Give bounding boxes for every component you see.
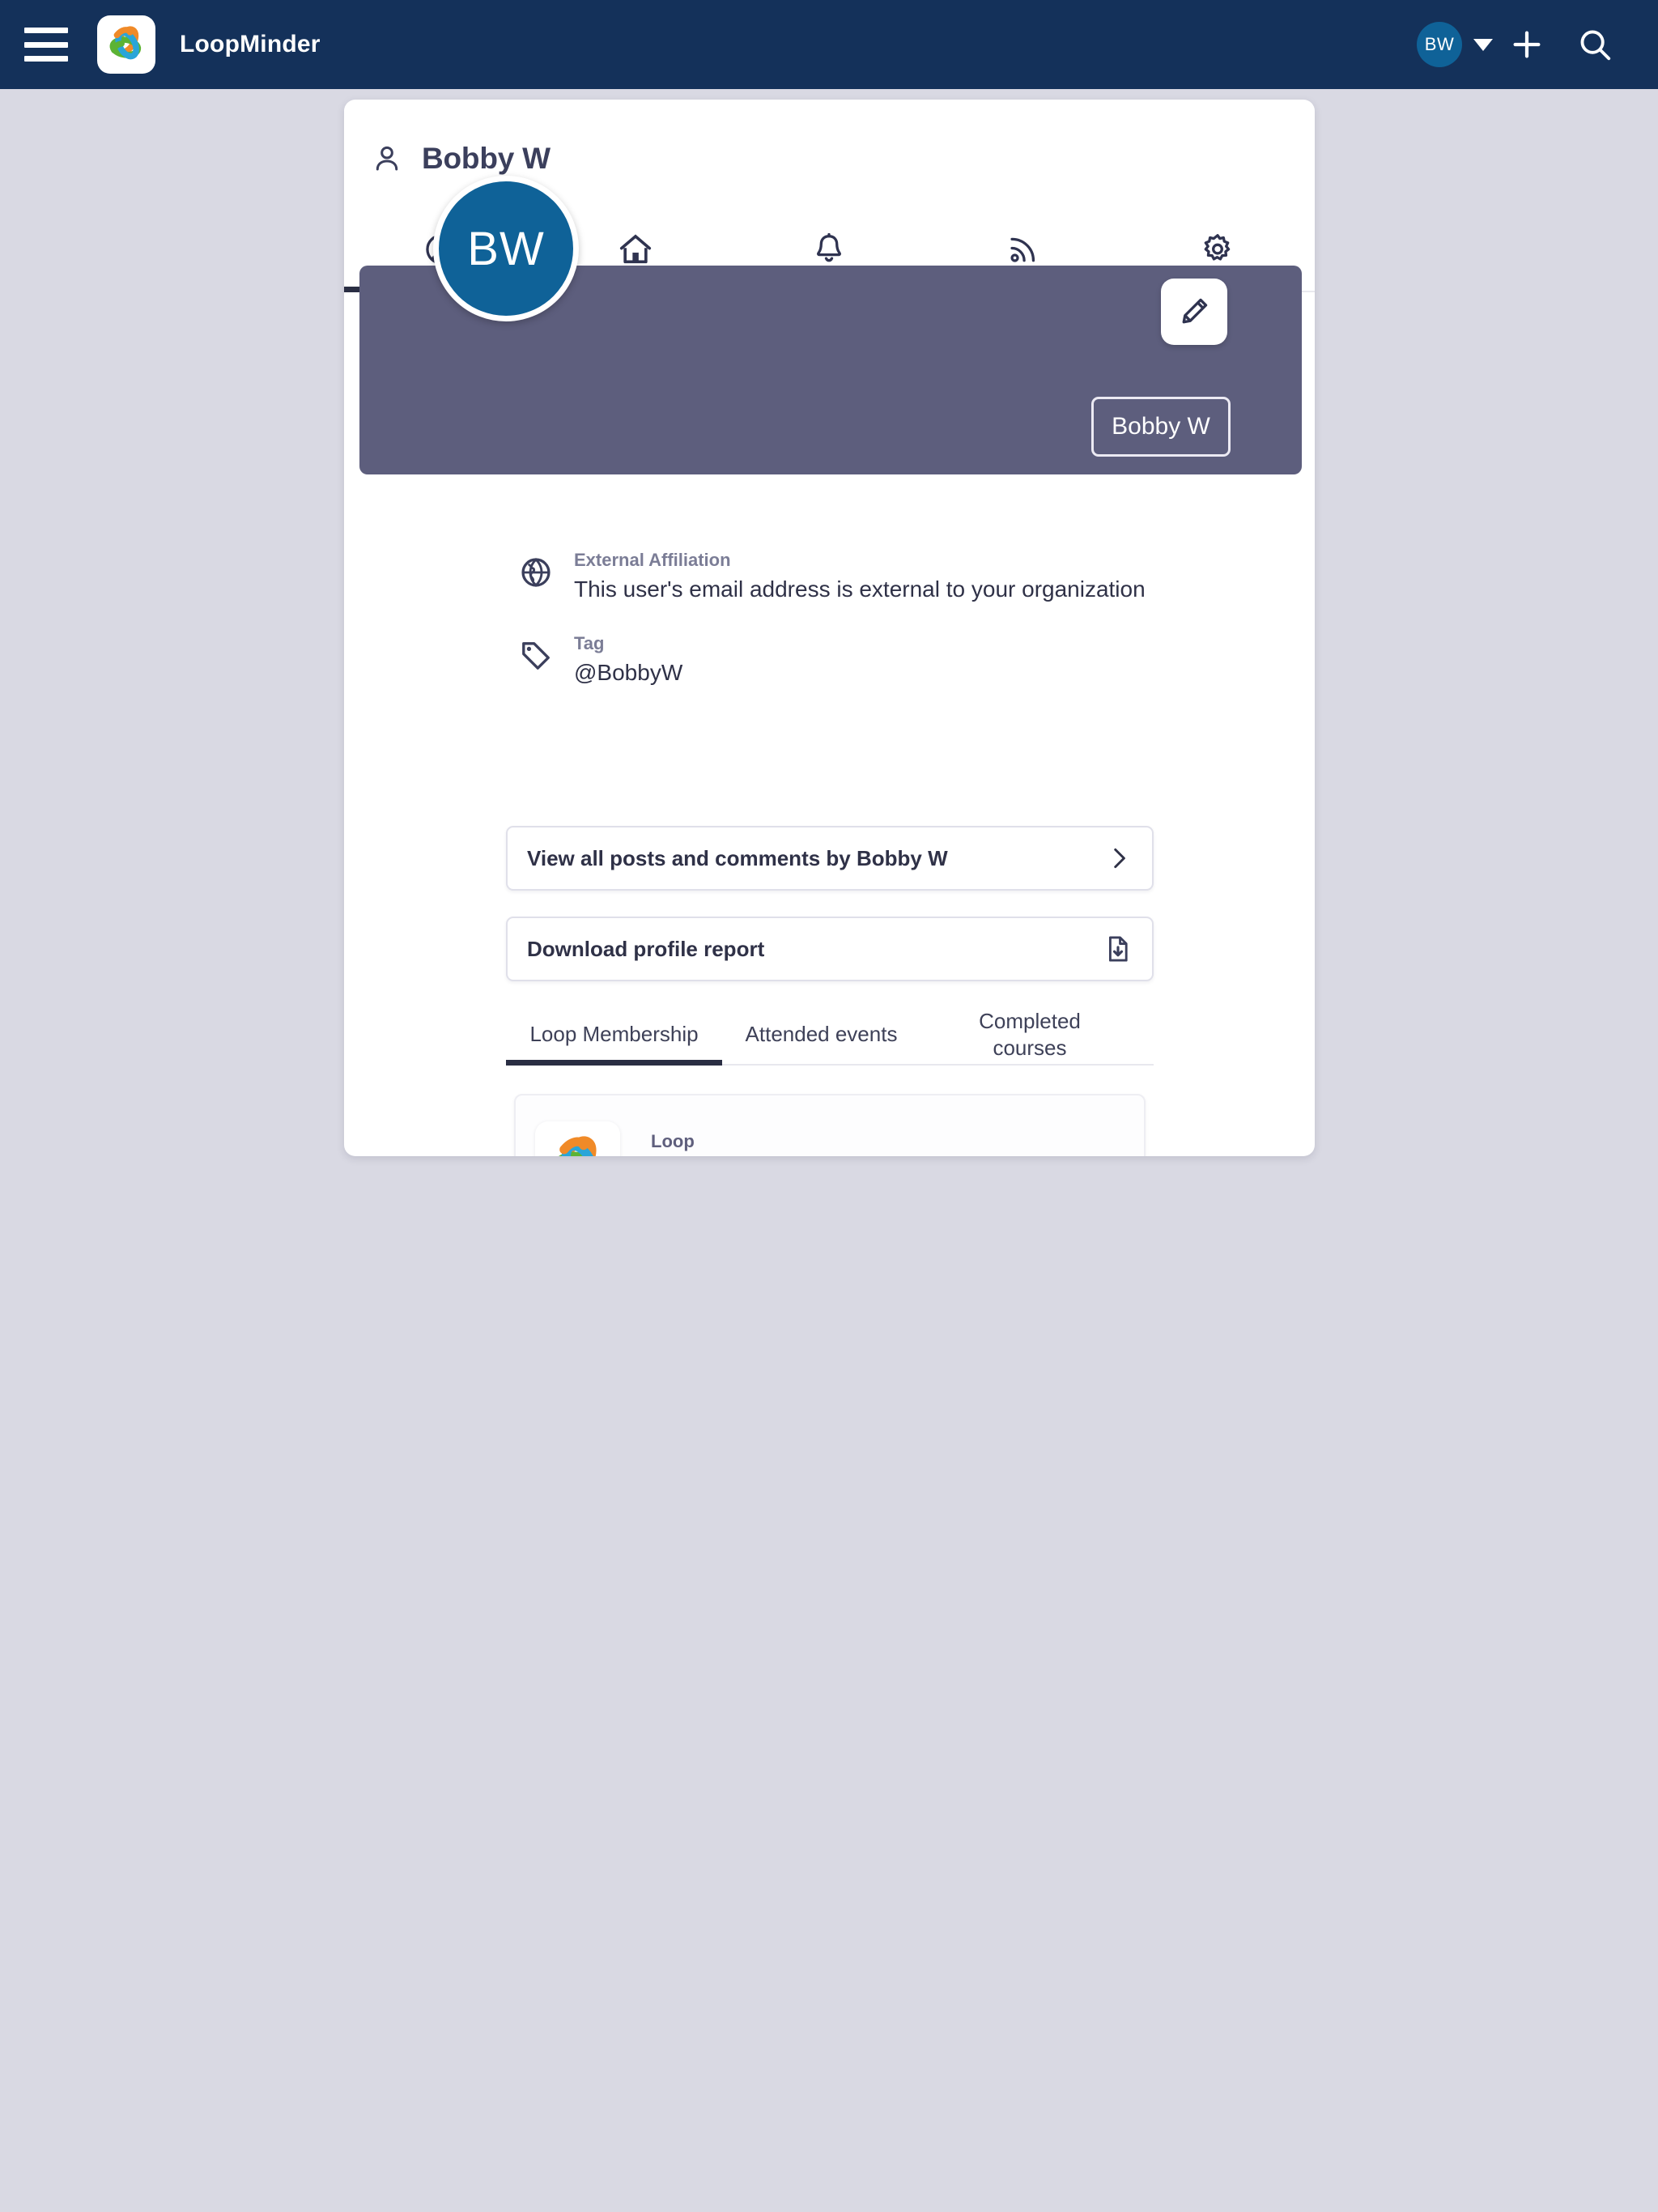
subtab-attended-events[interactable]: Attended events xyxy=(722,1005,920,1064)
top-app-bar: LoopMinder BW xyxy=(0,0,1658,89)
subtab-loop-membership[interactable]: Loop Membership xyxy=(506,1005,722,1066)
download-report-label: Download profile report xyxy=(527,936,765,961)
gear-icon xyxy=(1204,234,1231,261)
list-item-kind: Loop xyxy=(651,1131,695,1151)
user-menu-button[interactable]: BW xyxy=(1417,22,1493,67)
loopminder-logo-icon xyxy=(535,1121,620,1156)
logo-svg xyxy=(553,1136,600,1156)
logo-svg xyxy=(109,26,142,60)
banner-name-chip[interactable]: Bobby W xyxy=(1091,397,1231,457)
app-bar-actions: BW xyxy=(1417,11,1629,79)
chevron-right-icon xyxy=(1105,844,1133,872)
hamburger-bar xyxy=(24,41,68,48)
info-row-external-affiliation: External Affiliation This user's email a… xyxy=(344,549,1315,606)
page-title-row: Bobby W xyxy=(344,100,1315,176)
bell-icon xyxy=(817,232,842,262)
info-label: Tag xyxy=(574,633,605,654)
profile-card: Bobby W Bobby W BW External Affiliation … xyxy=(344,100,1315,1156)
info-row-tag: Tag @BobbyW xyxy=(344,632,1315,689)
tag-icon xyxy=(522,642,550,670)
list-item-text: Loop Ask The Experts! xyxy=(651,1131,854,1156)
edit-banner-button[interactable] xyxy=(1161,279,1227,345)
globe-icon xyxy=(521,558,551,587)
rss-feed-icon xyxy=(1010,237,1035,262)
download-report-button[interactable]: Download profile report xyxy=(506,917,1154,981)
info-text-block: External Affiliation This user's email a… xyxy=(574,549,1146,606)
info-text-block: Tag @BobbyW xyxy=(574,632,682,689)
hamburger-bar xyxy=(24,56,68,62)
page-title: Bobby W xyxy=(422,142,551,175)
person-icon xyxy=(376,146,398,171)
hamburger-menu-icon[interactable] xyxy=(24,28,68,62)
chevron-down-icon xyxy=(1473,38,1493,51)
pencil-edit-icon xyxy=(1182,298,1208,324)
plus-icon xyxy=(1513,31,1541,58)
info-value: @BobbyW xyxy=(574,659,683,685)
loopminder-logo-icon[interactable] xyxy=(97,15,155,74)
brand-name: LoopMinder xyxy=(180,31,321,57)
search-button[interactable] xyxy=(1561,11,1629,79)
profile-info-list: External Affiliation This user's email a… xyxy=(344,549,1315,689)
list-item[interactable]: Loop Ask The Experts! xyxy=(514,1094,1146,1156)
info-label: External Affiliation xyxy=(574,550,731,570)
search-icon xyxy=(1580,30,1611,61)
page-body: Bobby W Bobby W BW External Affiliation … xyxy=(0,89,1658,2212)
subtab-completed-courses[interactable]: Completed courses xyxy=(945,1005,1115,1064)
view-posts-label: View all posts and comments by Bobby W xyxy=(527,845,948,870)
home-icon xyxy=(619,234,651,264)
avatar: BW xyxy=(1417,22,1462,67)
add-button[interactable] xyxy=(1493,11,1561,79)
hamburger-bar xyxy=(24,28,68,33)
info-value: This user's email address is external to… xyxy=(574,576,1146,602)
profile-avatar[interactable]: BW xyxy=(433,176,579,321)
file-download-icon xyxy=(1103,934,1133,963)
view-posts-button[interactable]: View all posts and comments by Bobby W xyxy=(506,826,1154,891)
profile-subtabs: Loop Membership Attended events Complete… xyxy=(506,1005,1154,1066)
